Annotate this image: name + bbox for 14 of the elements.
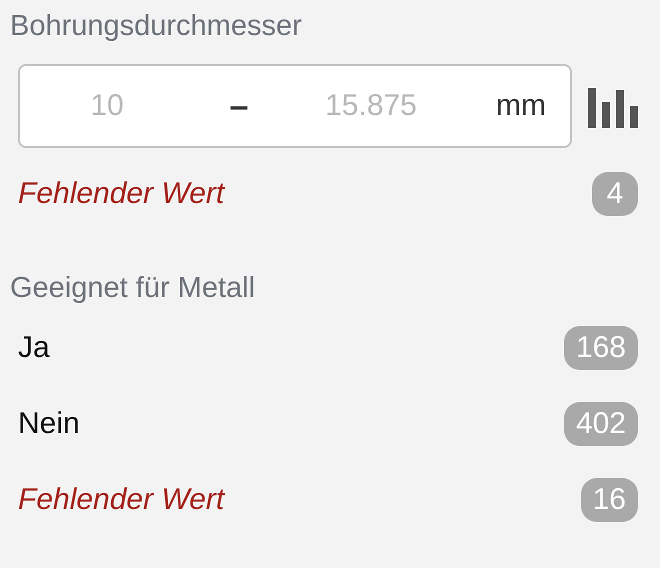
count-badge: 402 — [564, 402, 638, 446]
filter-option[interactable]: Ja — [18, 331, 50, 365]
facet-title: Bohrungsdurchmesser — [10, 9, 303, 44]
minimum-input[interactable]: 10 — [20, 88, 194, 124]
missing-value-option[interactable]: Fehlender Wert — [18, 483, 224, 517]
unit-label: mm — [496, 89, 546, 123]
count-badge: 168 — [564, 326, 638, 370]
missing-value-option[interactable]: Fehlender Wert — [18, 177, 224, 211]
range-separator: – — [228, 86, 250, 126]
count-badge: 4 — [592, 172, 638, 216]
filter-option[interactable]: Nein — [18, 407, 80, 441]
count-badge: 16 — [580, 478, 638, 522]
facet-title: Geeignet für Metall — [10, 271, 256, 306]
maximum-input[interactable]: 15.875 — [284, 88, 458, 124]
